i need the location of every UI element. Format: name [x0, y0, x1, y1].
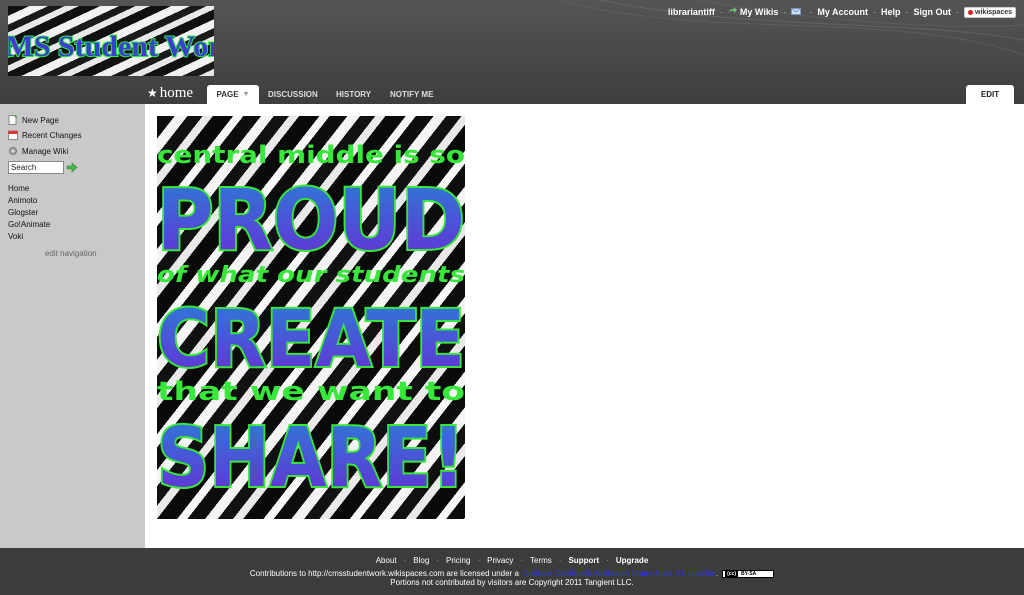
- license-period: .: [715, 569, 719, 578]
- nav-item-home[interactable]: Home: [8, 184, 29, 193]
- poster-line-4: CREATE: [157, 295, 465, 385]
- wikispaces-badge[interactable]: wikispaces: [964, 6, 1016, 18]
- footer-link-privacy[interactable]: Privacy: [487, 556, 513, 565]
- separator: ·: [809, 7, 813, 17]
- nav-item-goanimate[interactable]: Go!Animate: [8, 220, 50, 229]
- new-page-icon: [8, 114, 18, 125]
- logo-text: CMS Student Work: [8, 30, 214, 63]
- page-content: central middle is so PROUD of what our s…: [145, 104, 1024, 548]
- footer-links: About · Blog · Pricing · Privacy · Terms…: [0, 556, 1024, 565]
- poster-line-5: that we want to: [157, 377, 465, 407]
- page-title-text: home: [159, 85, 194, 101]
- separator: ·: [403, 556, 407, 565]
- separator: ·: [905, 7, 909, 17]
- help-link[interactable]: Help: [881, 7, 901, 17]
- my-wikis-link[interactable]: My Wikis: [740, 7, 778, 17]
- tab-page-label: PAGE: [216, 90, 239, 99]
- site-header: CMS Student Work librariantiff · My Wiki…: [0, 0, 1024, 104]
- search-input[interactable]: [8, 161, 64, 174]
- gear-icon: [8, 146, 18, 156]
- new-page-link[interactable]: New Page: [8, 114, 59, 125]
- calendar-icon: [8, 130, 18, 140]
- poster-graphic: central middle is so PROUD of what our s…: [157, 141, 465, 508]
- sidebar: New Page Recent Changes Manage Wiki Home…: [0, 104, 145, 548]
- site-logo[interactable]: CMS Student Work: [8, 6, 214, 76]
- copyright-notice: Portions not contributed by visitors are…: [390, 578, 634, 587]
- mail-icon[interactable]: [791, 7, 802, 17]
- separator: ·: [436, 556, 439, 565]
- tab-discussion[interactable]: DISCUSSION: [268, 85, 318, 103]
- manage-wiki-link[interactable]: Manage Wiki: [8, 146, 68, 156]
- footer-link-upgrade[interactable]: Upgrade: [616, 556, 648, 565]
- edit-button[interactable]: EDIT: [966, 85, 1014, 104]
- poster-image: central middle is so PROUD of what our s…: [157, 116, 465, 519]
- cc-badge-label: BY-SA: [741, 570, 757, 577]
- footer-link-terms[interactable]: Terms: [530, 556, 552, 565]
- separator: ·: [719, 7, 723, 17]
- separator: ·: [873, 7, 877, 17]
- poster-line-2: PROUD: [157, 171, 465, 269]
- footer-link-pricing[interactable]: Pricing: [446, 556, 470, 565]
- separator: ·: [558, 556, 562, 565]
- manage-wiki-label: Manage Wiki: [22, 146, 69, 156]
- site-footer: About · Blog · Pricing · Privacy · Terms…: [0, 548, 1024, 595]
- creative-commons-badge[interactable]: (cc) BY-SA: [722, 569, 775, 578]
- license-prefix: Contributions to http://cmsstudentwork.w…: [249, 569, 519, 578]
- recent-changes-link[interactable]: Recent Changes: [8, 130, 82, 140]
- nav-item-voki[interactable]: Voki: [8, 232, 23, 241]
- separator: ·: [477, 556, 481, 565]
- license-link[interactable]: Creative Commons Attribution Share-Alike…: [523, 569, 716, 578]
- tab-notify-me[interactable]: NOTIFY ME: [390, 85, 433, 103]
- page-title: ★ home: [147, 85, 193, 102]
- footer-link-blog[interactable]: Blog: [413, 556, 429, 565]
- new-page-label: New Page: [22, 115, 59, 125]
- search-go-icon[interactable]: [66, 162, 78, 173]
- separator: ·: [783, 7, 787, 17]
- wikispaces-brand: wikispaces: [975, 8, 1012, 16]
- recent-changes-label: Recent Changes: [22, 130, 82, 140]
- footer-link-support[interactable]: Support: [568, 556, 599, 565]
- arrow-icon: [727, 7, 737, 17]
- poster-line-6: SHARE!: [157, 411, 465, 506]
- poster-line-3: of what our students: [157, 263, 465, 288]
- star-icon[interactable]: ★: [147, 86, 158, 101]
- poster-line-1: central middle is so: [157, 141, 465, 169]
- separator: ·: [956, 7, 960, 17]
- separator: ·: [520, 556, 524, 565]
- wikispaces-logo-icon: [968, 9, 974, 15]
- top-navigation: librariantiff · My Wikis · · My Account …: [668, 5, 1016, 19]
- username-link[interactable]: librariantiff: [668, 7, 715, 17]
- chevron-down-icon: ▼: [242, 91, 250, 98]
- nav-item-animoto[interactable]: Animoto: [8, 196, 37, 205]
- nav-item-glogster[interactable]: Glogster: [8, 208, 38, 217]
- sign-out-link[interactable]: Sign Out: [914, 7, 952, 17]
- separator: ·: [606, 556, 609, 565]
- tab-history[interactable]: HISTORY: [336, 85, 371, 103]
- tab-page[interactable]: PAGE ▼: [207, 85, 259, 104]
- edit-navigation-link[interactable]: edit navigation: [45, 249, 97, 258]
- my-account-link[interactable]: My Account: [817, 7, 868, 17]
- license-notice: Contributions to http://cmsstudentwork.w…: [0, 569, 1024, 578]
- footer-link-about[interactable]: About: [376, 556, 397, 565]
- cc-icon: (cc): [725, 570, 739, 577]
